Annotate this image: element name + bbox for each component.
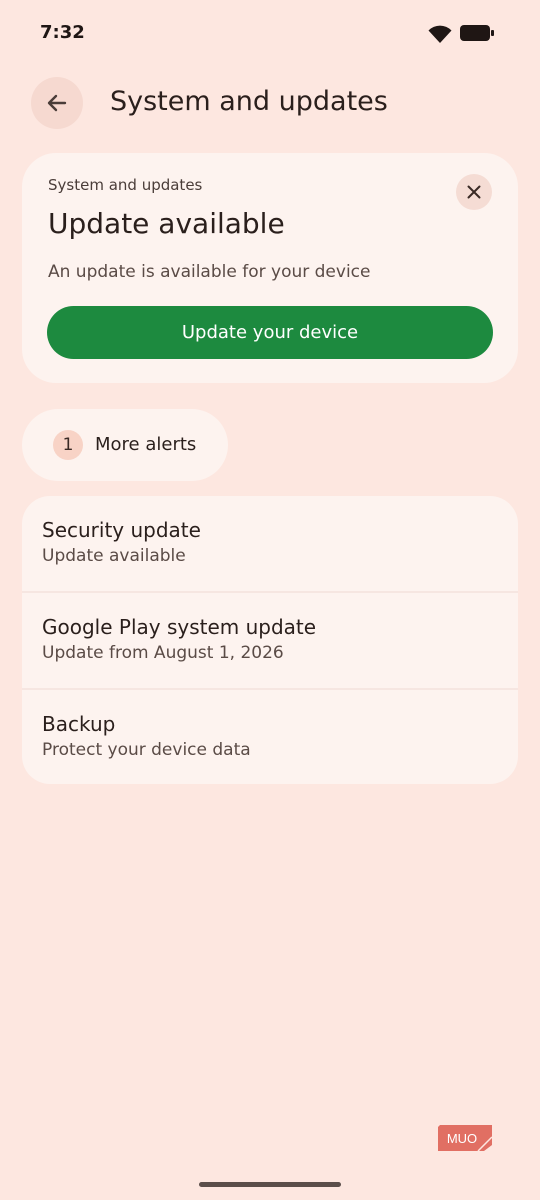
more-alerts-label: More alerts (95, 434, 197, 455)
watermark-text: MUO (447, 1131, 477, 1146)
list-item-security-update[interactable]: Security update Update available (22, 496, 518, 592)
status-time: 7:32 (40, 22, 85, 43)
wifi-icon (428, 25, 452, 43)
page-title: System and updates (110, 86, 388, 117)
muo-logo: MUO (438, 1125, 492, 1151)
card-subtitle: System and updates (48, 176, 203, 194)
alerts-count-badge: 1 (53, 430, 83, 460)
list-item-subtitle: Update from August 1, 2026 (42, 643, 284, 663)
close-icon (467, 185, 481, 199)
list-item-subtitle: Protect your device data (42, 740, 251, 760)
home-indicator[interactable] (199, 1182, 341, 1187)
list-item-subtitle: Update available (42, 546, 186, 566)
update-card: System and updates Update available An u… (22, 153, 518, 383)
back-button[interactable] (31, 77, 83, 129)
status-bar: 7:32 (0, 0, 540, 64)
more-alerts-chip[interactable]: 1 More alerts (22, 409, 228, 481)
list-item-google-play-update[interactable]: Google Play system update Update from Au… (22, 593, 518, 689)
battery-icon (460, 25, 494, 41)
list-item-title: Security update (42, 518, 201, 542)
list-item-title: Backup (42, 712, 116, 736)
dismiss-button[interactable] (456, 174, 492, 210)
list-item-backup[interactable]: Backup Protect your device data (22, 690, 518, 784)
update-device-button[interactable]: Update your device (47, 306, 493, 359)
card-description: An update is available for your device (48, 262, 371, 282)
settings-list: Security update Update available Google … (22, 496, 518, 784)
arrow-left-icon (47, 94, 67, 112)
card-title: Update available (48, 207, 285, 240)
list-item-title: Google Play system update (42, 615, 317, 639)
